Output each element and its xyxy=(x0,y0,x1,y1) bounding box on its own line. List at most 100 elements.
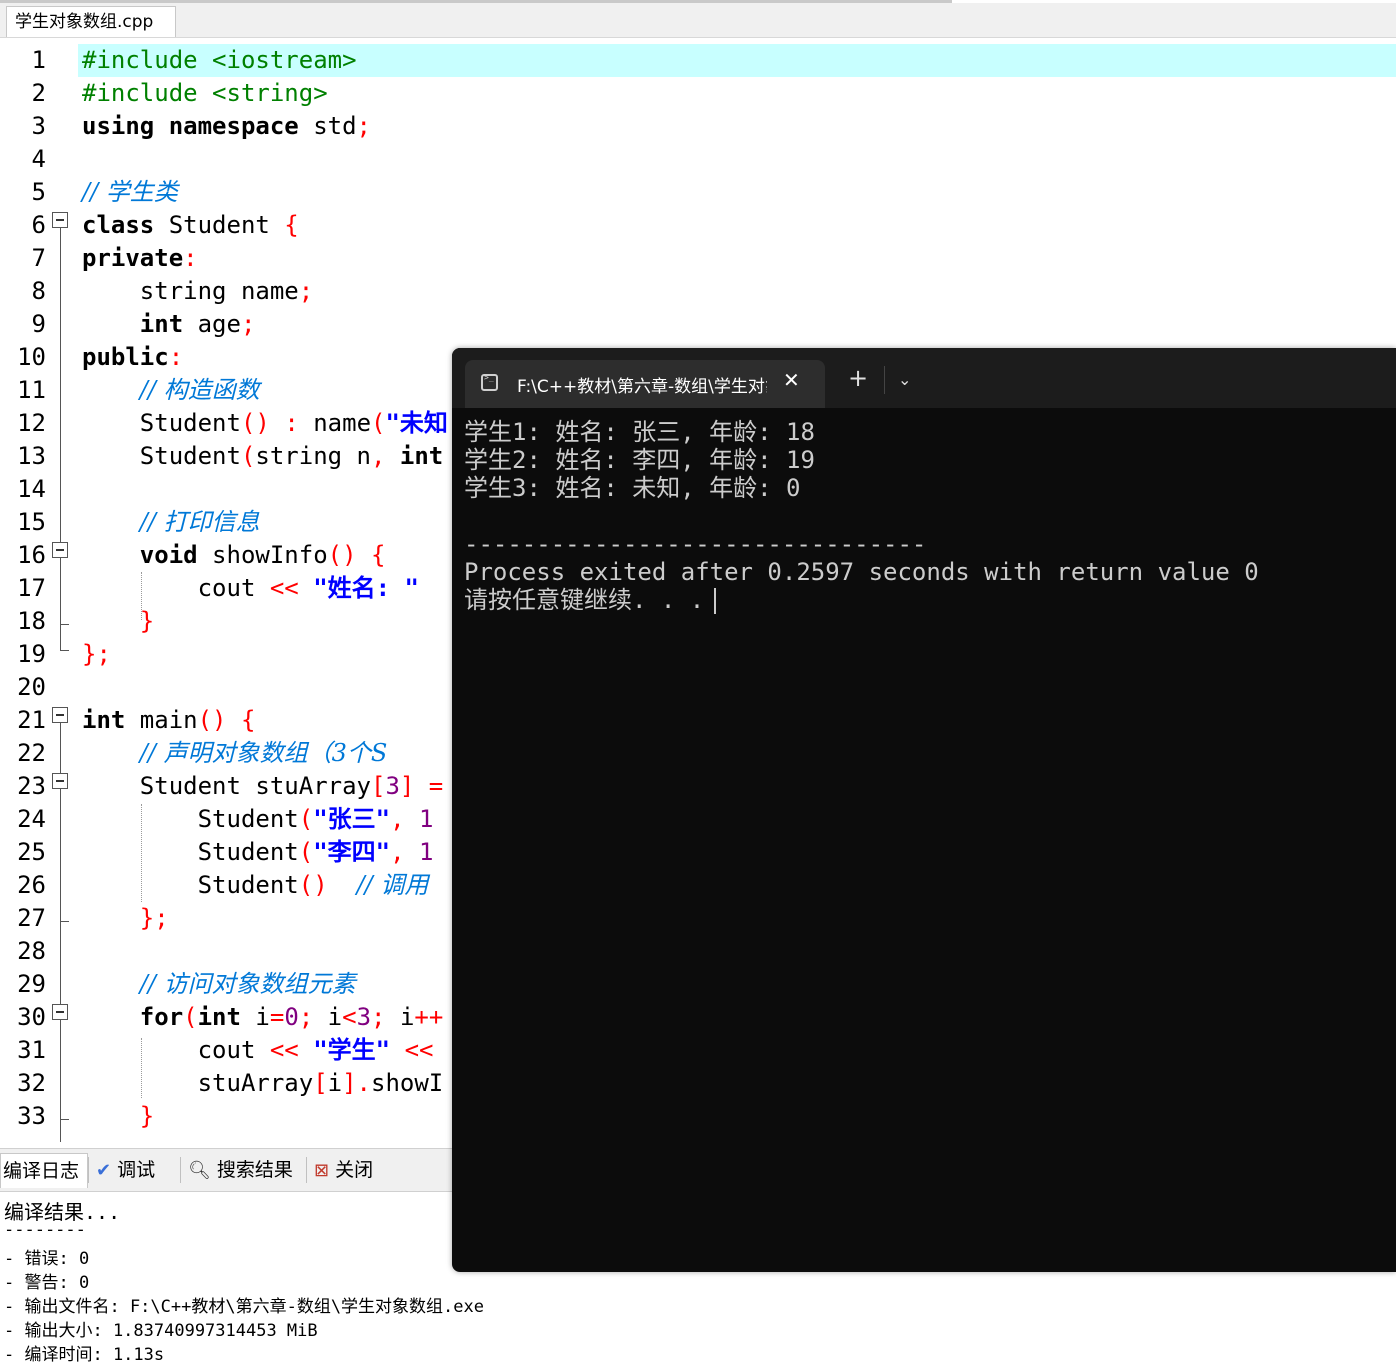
code-token: { xyxy=(284,211,299,239)
line-number: 24 xyxy=(17,805,46,833)
code-token: string n xyxy=(255,442,371,470)
code-token: "张三" xyxy=(313,805,391,833)
tab-close-panel-label: 关闭 xyxy=(335,1159,374,1181)
tab-debug[interactable]: ✔ 调试 xyxy=(96,1153,155,1187)
code-token: ]. xyxy=(342,1069,371,1097)
console-window[interactable]: F:\C++教材\第六章-数组\学生对象数组.exe ✕ + ⌄ 学生1: 姓名… xyxy=(452,348,1396,1272)
code-token: ; xyxy=(298,1003,314,1031)
close-icon[interactable]: ✕ xyxy=(783,368,800,392)
code-text: Student(string n, int xyxy=(82,440,443,473)
code-token: // 打印信息 xyxy=(139,508,260,536)
tab-search-results[interactable]: 🔍︎ 搜索结果 xyxy=(188,1153,293,1187)
code-token: 1 xyxy=(419,838,434,866)
indent-guide xyxy=(141,1038,142,1098)
fold-collapse-icon[interactable] xyxy=(52,1004,68,1020)
code-token: stuArray xyxy=(82,1069,314,1097)
line-number: 9 xyxy=(31,310,46,338)
tab-close-panel[interactable]: ⊠ 关闭 xyxy=(314,1153,373,1187)
line-number: 22 xyxy=(17,739,46,767)
chevron-down-icon[interactable]: ⌄ xyxy=(898,370,911,389)
code-token: showInfo xyxy=(197,541,328,569)
tab-compile-log[interactable]: 编译日志 xyxy=(0,1153,88,1188)
code-token: int xyxy=(82,706,126,734)
log-line: - 编译时间: 1.13s xyxy=(4,1345,165,1365)
line-number: 15 xyxy=(17,508,46,536)
code-token: = xyxy=(428,772,444,800)
code-token: ( xyxy=(183,1003,198,1031)
log-line: - 输出大小: 1.83740997314453 MiB xyxy=(4,1321,318,1341)
code-token: Student xyxy=(82,805,299,833)
fold-collapse-icon[interactable] xyxy=(52,773,68,789)
code-token: ; xyxy=(371,1003,386,1031)
tab-search-results-label: 搜索结果 xyxy=(216,1159,293,1181)
code-token: : xyxy=(168,343,184,371)
code-token: "姓名: " xyxy=(313,574,419,602)
code-text: }; xyxy=(82,638,111,671)
line-number: 10 xyxy=(17,343,46,371)
code-token: cout xyxy=(82,574,270,602)
new-tab-button[interactable]: + xyxy=(848,366,868,390)
code-token: public xyxy=(82,343,169,371)
code-token: namespace xyxy=(168,112,299,140)
code-line[interactable]: 1 #include <iostream> xyxy=(0,44,1396,77)
editor-tab-strip: 学生对象数组.cpp xyxy=(0,3,1396,38)
code-token: Student stuArray xyxy=(82,772,371,800)
line-number: 33 xyxy=(17,1102,46,1130)
code-token: Student xyxy=(82,871,299,899)
code-token: ( xyxy=(298,838,314,866)
code-text: Student() : name("未知 xyxy=(82,407,448,440)
code-line[interactable]: 4 xyxy=(0,143,1396,176)
console-tab[interactable]: F:\C++教材\第六章-数组\学生对象数组.exe ✕ xyxy=(465,360,825,408)
code-text: } xyxy=(82,1100,154,1133)
code-token: int xyxy=(197,1003,241,1031)
code-token: #include <string> xyxy=(82,79,328,107)
line-number: 25 xyxy=(17,838,46,866)
code-token: // 声明对象数组（3个S xyxy=(139,739,388,767)
code-line[interactable]: 2 #include <string> xyxy=(0,77,1396,110)
code-text: }; xyxy=(82,902,169,935)
console-titlebar: F:\C++教材\第六章-数组\学生对象数组.exe ✕ + ⌄ xyxy=(452,348,1396,408)
code-text: // 声明对象数组（3个S xyxy=(82,737,388,770)
code-text: void showInfo() { xyxy=(82,539,386,572)
titlebar-divider xyxy=(884,366,885,394)
line-number: 27 xyxy=(17,904,46,932)
code-token: : xyxy=(183,244,198,272)
code-line[interactable]: 3 using namespace std; xyxy=(0,110,1396,143)
code-token: Student xyxy=(82,409,241,437)
line-number: 17 xyxy=(17,574,46,602)
code-line[interactable]: 5 // 学生类 xyxy=(0,176,1396,209)
code-token: i xyxy=(327,1069,343,1097)
fold-collapse-icon[interactable] xyxy=(52,542,68,558)
code-token: private xyxy=(82,244,184,272)
code-token: , xyxy=(390,838,405,866)
file-tab[interactable]: 学生对象数组.cpp xyxy=(6,6,176,37)
code-token: } xyxy=(139,1102,155,1130)
line-number: 18 xyxy=(17,607,46,635)
code-line[interactable]: 7 private: xyxy=(0,242,1396,275)
fold-collapse-icon[interactable] xyxy=(52,707,68,723)
code-line[interactable]: 8 string name; xyxy=(0,275,1396,308)
line-number: 12 xyxy=(17,409,46,437)
code-token: () xyxy=(327,541,357,569)
indent-guide xyxy=(141,572,142,620)
code-token: // 学生类 xyxy=(82,178,178,206)
line-number: 11 xyxy=(17,376,46,404)
line-number: 19 xyxy=(17,640,46,668)
code-text: #include <string> xyxy=(82,77,328,110)
code-token: () xyxy=(240,409,270,437)
code-text: stuArray[i].showI xyxy=(82,1067,444,1100)
code-line[interactable]: 6 class Student { xyxy=(0,209,1396,242)
fold-end-tick xyxy=(60,624,69,625)
line-number: 16 xyxy=(17,541,46,569)
line-number: 29 xyxy=(17,970,46,998)
fold-end-tick xyxy=(60,1119,69,1120)
fold-collapse-icon[interactable] xyxy=(52,212,68,228)
code-line[interactable]: 9 int age; xyxy=(0,308,1396,341)
